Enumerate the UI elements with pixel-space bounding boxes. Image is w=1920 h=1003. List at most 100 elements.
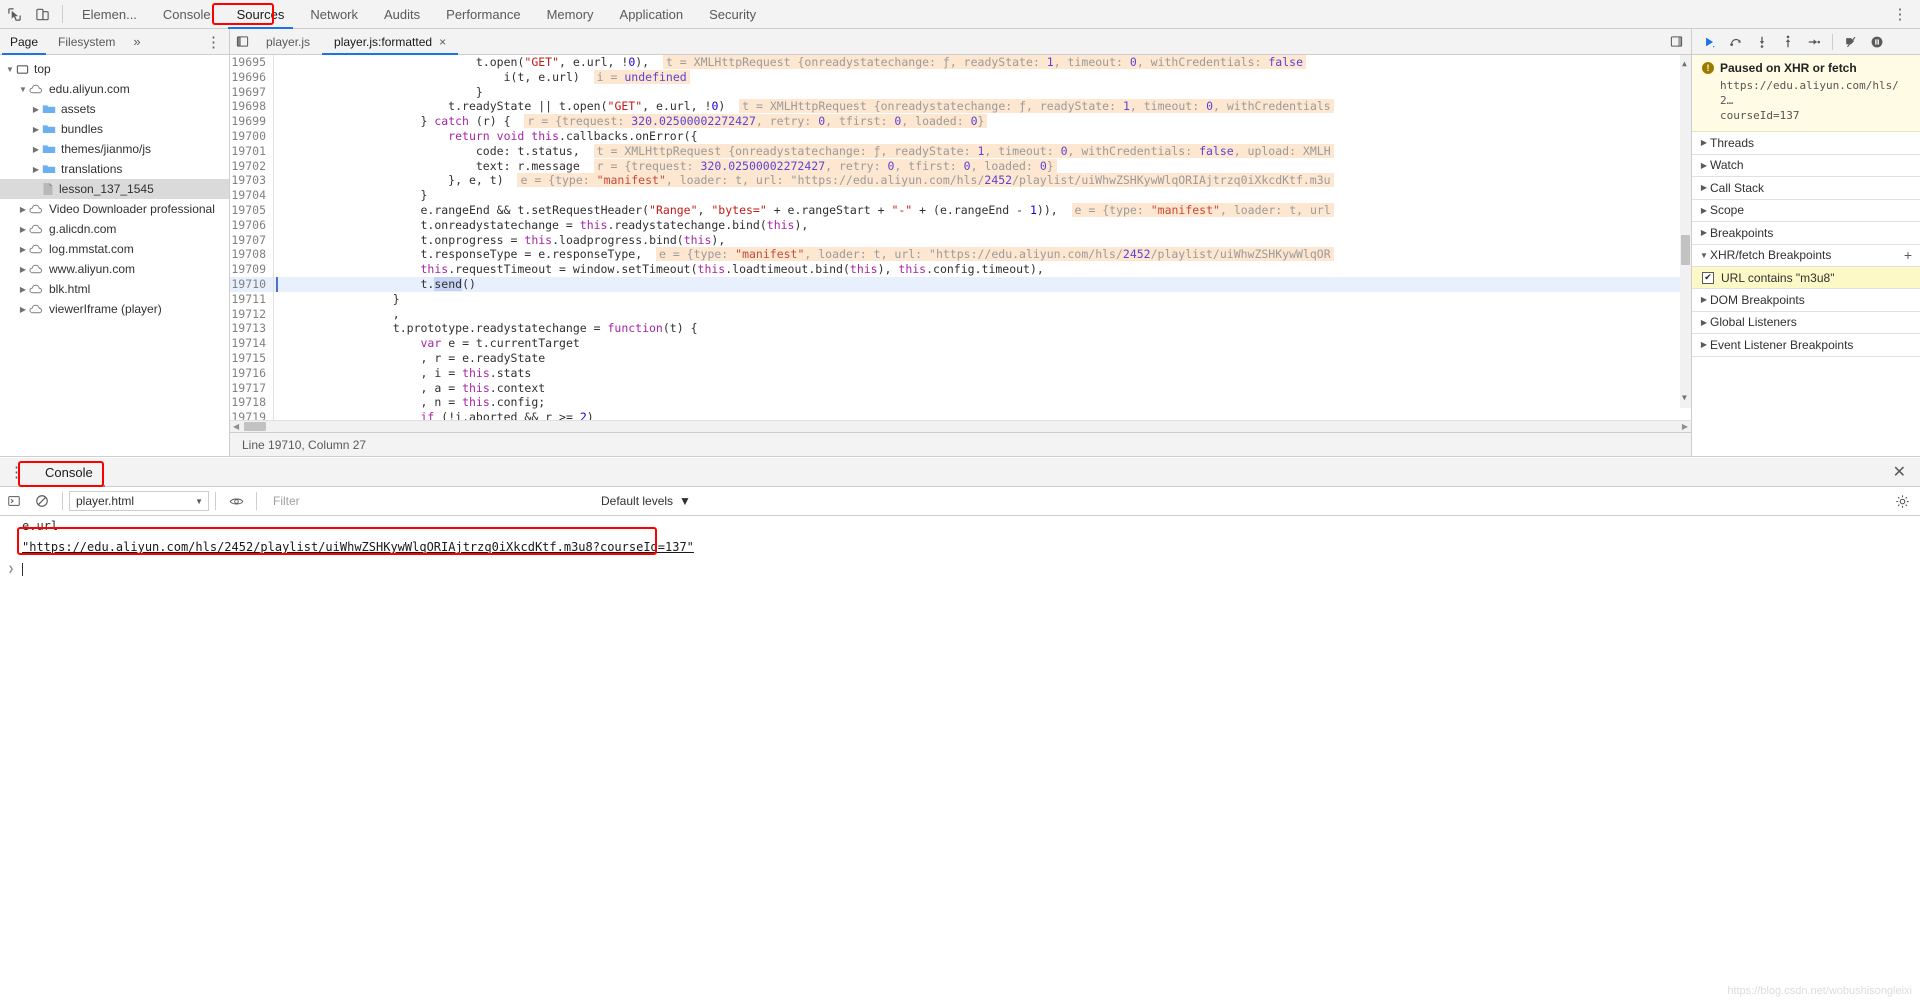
line-number[interactable]: 19714 xyxy=(230,336,274,351)
add-breakpoint-icon[interactable]: + xyxy=(1904,247,1920,263)
chevron-down-icon[interactable]: ▼ xyxy=(1698,251,1710,260)
line-number[interactable]: 19717 xyxy=(230,380,274,396)
console-result-url[interactable]: "https://edu.aliyun.com/hls/2452/playlis… xyxy=(22,539,694,556)
line-number[interactable]: 19704 xyxy=(230,188,274,203)
chevron-right-icon[interactable]: ▶ xyxy=(1698,228,1710,237)
debugger-section-global-listeners[interactable]: ▶ Global Listeners xyxy=(1692,312,1920,334)
devtools-main-menu-icon[interactable]: ⋮ xyxy=(1886,0,1914,28)
code-line[interactable]: 19703 }, e, t) e = {type: "manifest", lo… xyxy=(230,173,1691,189)
code-line[interactable]: 19716 , i = this.stats xyxy=(230,365,1691,381)
code-line[interactable]: 19709 this.requestTimeout = window.setTi… xyxy=(230,262,1691,277)
pause-on-exceptions-icon[interactable] xyxy=(1865,31,1889,53)
code-line[interactable]: 19710 t.send() xyxy=(230,276,1691,292)
code-line[interactable]: 19708 t.responseType = e.responseType, e… xyxy=(230,247,1691,263)
chevron-right-icon[interactable]: ▶ xyxy=(30,145,42,154)
debugger-section-threads[interactable]: ▶ Threads xyxy=(1692,132,1920,155)
code-line[interactable]: 19696 i(t, e.url) i = undefined xyxy=(230,69,1691,85)
debugger-section-dom-breakpoints[interactable]: ▶ DOM Breakpoints xyxy=(1692,289,1920,312)
debugger-section-event-listener-breakpoints[interactable]: ▶ Event Listener Breakpoints xyxy=(1692,334,1920,357)
debugger-section-call-stack[interactable]: ▶ Call Stack xyxy=(1692,177,1920,200)
debugger-section-xhr-fetch-breakpoints[interactable]: ▼ XHR/fetch Breakpoints + xyxy=(1692,245,1920,267)
line-number[interactable]: 19699 xyxy=(230,114,274,129)
line-number[interactable]: 19712 xyxy=(230,306,274,322)
nav-tab-filesystem[interactable]: Filesystem xyxy=(48,29,125,55)
scroll-up-arrow-icon[interactable]: ▲ xyxy=(1682,57,1687,72)
execution-context-selector[interactable]: player.html ▼ xyxy=(69,491,209,511)
scroll-left-arrow-icon[interactable]: ◀ xyxy=(233,422,239,431)
close-drawer-icon[interactable]: ✕ xyxy=(1893,462,1920,482)
debugger-section-scope[interactable]: ▶ Scope xyxy=(1692,200,1920,222)
scroll-down-arrow-icon[interactable]: ▼ xyxy=(1682,391,1687,406)
line-number[interactable]: 19710 xyxy=(230,276,274,292)
chevron-right-icon[interactable]: ▶ xyxy=(1698,138,1710,147)
tree-item-assets[interactable]: ▶ assets xyxy=(0,99,229,119)
code-line[interactable]: 19712 , xyxy=(230,306,1691,322)
line-number[interactable]: 19703 xyxy=(230,173,274,189)
vertical-scroll-thumb[interactable] xyxy=(1681,235,1690,265)
debugger-section-watch[interactable]: ▶ Watch xyxy=(1692,155,1920,177)
tree-item-edu-aliyun-com[interactable]: ▼ edu.aliyun.com xyxy=(0,79,229,99)
navigator-menu-icon[interactable]: ⋮ xyxy=(206,33,229,51)
chevron-right-icon[interactable]: ▶ xyxy=(17,265,29,274)
line-number[interactable]: 19716 xyxy=(230,365,274,381)
line-number[interactable]: 19715 xyxy=(230,350,274,366)
code-line[interactable]: 19707 t.onprogress = this.loadprogress.b… xyxy=(230,232,1691,248)
chevron-right-icon[interactable]: ▶ xyxy=(17,205,29,214)
code-line[interactable]: 19700 return void this.callbacks.onError… xyxy=(230,128,1691,144)
deactivate-breakpoints-icon[interactable] xyxy=(1839,31,1863,53)
tree-item-vieweriframe-player[interactable]: ▶ viewerIframe (player) xyxy=(0,299,229,319)
tab-security[interactable]: Security xyxy=(696,0,769,29)
code-line[interactable]: 19715 , r = e.readyState xyxy=(230,350,1691,366)
chevron-down-icon[interactable]: ▼ xyxy=(4,65,16,74)
step-icon[interactable] xyxy=(1802,31,1826,53)
code-line[interactable]: 19702 text: r.message r = {trequest: 320… xyxy=(230,158,1691,174)
code-horizontal-scrollbar[interactable]: ◀ ▶ xyxy=(230,420,1691,432)
chevron-right-icon[interactable]: ▶ xyxy=(17,225,29,234)
chevron-down-icon[interactable]: ▼ xyxy=(17,85,29,94)
resume-icon[interactable] xyxy=(1698,31,1722,53)
line-number[interactable]: 19700 xyxy=(230,128,274,144)
line-number[interactable]: 19697 xyxy=(230,84,274,100)
nav-tab-page[interactable]: Page xyxy=(0,29,48,55)
tree-item-log-mmstat-com[interactable]: ▶ log.mmstat.com xyxy=(0,239,229,259)
tab-sources[interactable]: Sources xyxy=(224,0,298,29)
log-levels-selector[interactable]: Default levels ▼ xyxy=(593,494,699,508)
line-number[interactable]: 19711 xyxy=(230,291,274,307)
code-line[interactable]: 19718 , n = this.config; xyxy=(230,395,1691,411)
editor-tab-player-js[interactable]: player.js xyxy=(254,29,322,55)
chevron-right-icon[interactable]: ▶ xyxy=(17,245,29,254)
editor-tab-player-js-formatted[interactable]: player.js:formatted × xyxy=(322,29,459,55)
chevron-right-icon[interactable]: ▶ xyxy=(1698,183,1710,192)
line-number[interactable]: 19718 xyxy=(230,395,274,411)
clear-console-icon[interactable] xyxy=(28,487,56,515)
debugger-section-breakpoints[interactable]: ▶ Breakpoints xyxy=(1692,222,1920,245)
drawer-menu-icon[interactable]: ⋮ xyxy=(0,463,31,481)
chevron-right-icon[interactable]: ▶ xyxy=(1698,295,1710,304)
code-line[interactable]: 19697 } xyxy=(230,84,1691,100)
tab-network[interactable]: Network xyxy=(297,0,371,29)
chevron-right-icon[interactable]: ▶ xyxy=(30,125,42,134)
console-settings-icon[interactable] xyxy=(1895,494,1920,509)
xhr-breakpoint-item[interactable]: ✔ URL contains "m3u8" xyxy=(1692,267,1920,289)
code-line[interactable]: 19719 if (!i.aborted && r >= 2) xyxy=(230,410,1691,420)
tree-item-bundles[interactable]: ▶ bundles xyxy=(0,119,229,139)
tree-item-top[interactable]: ▼ top xyxy=(0,59,229,79)
code-line[interactable]: 19711 } xyxy=(230,291,1691,307)
live-expression-eye-icon[interactable] xyxy=(222,487,250,515)
code-line[interactable]: 19704 } xyxy=(230,188,1691,203)
line-number[interactable]: 19702 xyxy=(230,158,274,174)
tab-performance[interactable]: Performance xyxy=(433,0,533,29)
tab-memory[interactable]: Memory xyxy=(534,0,607,29)
code-line[interactable]: 19717 , a = this.context xyxy=(230,380,1691,396)
tree-item-video-downloader-professional[interactable]: ▶ Video Downloader professional xyxy=(0,199,229,219)
chevron-right-icon[interactable]: ▶ xyxy=(1698,340,1710,349)
code-line[interactable]: 19706 t.onreadystatechange = this.readys… xyxy=(230,217,1691,233)
drawer-tab-console[interactable]: Console xyxy=(31,458,107,487)
tree-item-g-alicdn-com[interactable]: ▶ g.alicdn.com xyxy=(0,219,229,239)
tab-audits[interactable]: Audits xyxy=(371,0,433,29)
chevron-right-icon[interactable]: ▶ xyxy=(30,165,42,174)
code-line[interactable]: 19714 var e = t.currentTarget xyxy=(230,336,1691,351)
line-number[interactable]: 19696 xyxy=(230,69,274,85)
code-line[interactable]: 19698 t.readyState || t.open("GET", e.ur… xyxy=(230,99,1691,115)
show-navigator-icon[interactable] xyxy=(230,35,254,48)
